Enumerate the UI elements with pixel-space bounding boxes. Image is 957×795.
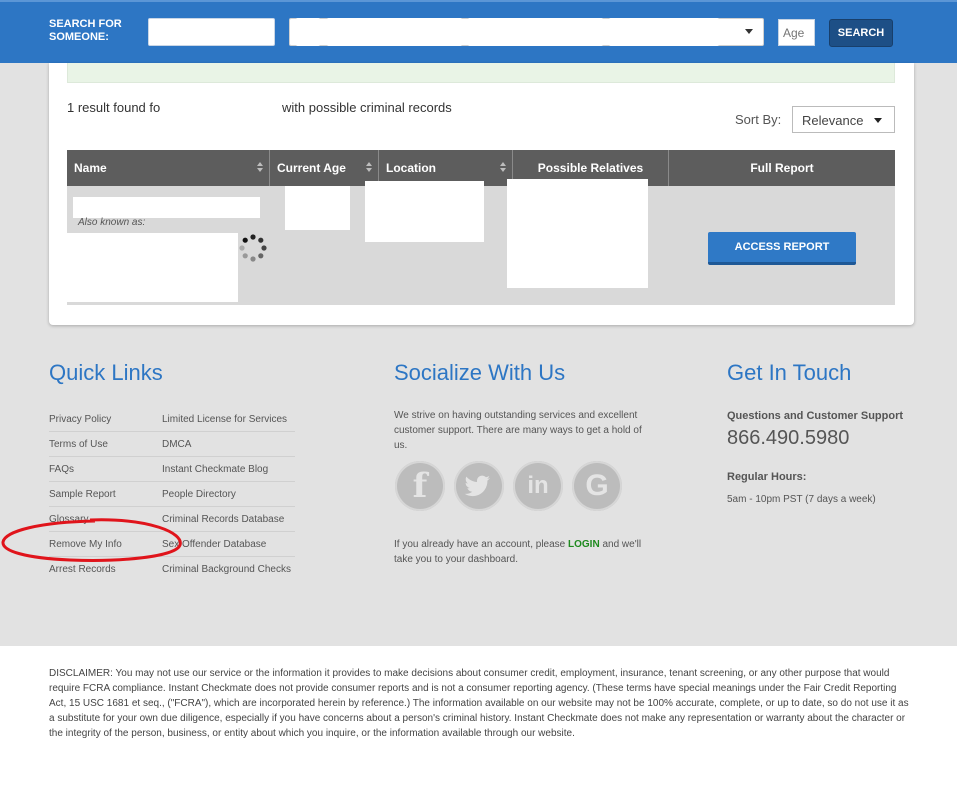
redacted-name: [73, 197, 260, 218]
state-select[interactable]: [609, 18, 719, 46]
support-label: Questions and Customer Support: [727, 410, 904, 422]
sort-arrows-icon: [257, 162, 263, 174]
linkedin-icon[interactable]: in: [513, 461, 563, 511]
disclaimer-section: DISCLAIMER: You may not use our service …: [0, 646, 957, 795]
table-row: Also known as: ACCESS REPORT: [67, 179, 895, 305]
redacted-relatives: [507, 179, 648, 288]
loading-spinner-icon: [239, 234, 267, 262]
city-input[interactable]: [468, 18, 603, 46]
link-criminal-records-database[interactable]: Criminal Records Database: [162, 507, 295, 532]
twitter-icon[interactable]: [454, 461, 504, 511]
socialize-title: Socialize With Us: [394, 360, 566, 385]
link-arrest-records[interactable]: Arrest Records: [49, 557, 162, 582]
redacted-location: [365, 181, 484, 242]
column-current-age[interactable]: Current Age: [270, 150, 379, 186]
aka-label: Also known as:: [78, 217, 146, 228]
search-button[interactable]: SEARCH: [829, 19, 893, 47]
link-faqs[interactable]: FAQs: [49, 457, 162, 482]
login-prompt: If you already have an account, please L…: [394, 539, 642, 565]
social-description: We strive on having outstanding services…: [394, 410, 642, 451]
google-icon[interactable]: G: [572, 461, 622, 511]
sort-label: Sort By:: [735, 112, 782, 127]
twitter-bird-glyph: [464, 475, 490, 497]
last-name-input[interactable]: [327, 18, 462, 46]
hours-value: 5am - 10pm PST (7 days a week): [727, 494, 876, 505]
search-header: SEARCH FOR SOMEONE: SEARCH: [0, 0, 957, 63]
result-count: 1 result found fo: [67, 100, 161, 115]
facebook-icon[interactable]: f: [395, 461, 445, 511]
result-count-suffix: with possible criminal records: [282, 100, 452, 115]
link-sex-offender-database[interactable]: Sex Offender Database: [162, 532, 295, 557]
link-dmca[interactable]: DMCA: [162, 432, 295, 457]
link-criminal-background-checks[interactable]: Criminal Background Checks: [162, 557, 295, 582]
link-people-directory[interactable]: People Directory: [162, 482, 295, 507]
age-input[interactable]: [778, 19, 815, 46]
link-terms-of-use[interactable]: Terms of Use: [49, 432, 162, 457]
search-label: SEARCH FOR SOMEONE:: [49, 18, 122, 43]
sort-value: Relevance: [802, 113, 864, 128]
column-full-report: Full Report: [750, 161, 814, 175]
sort-arrows-icon: [500, 162, 506, 174]
chevron-down-icon: [874, 118, 882, 123]
notice-bar: [67, 63, 895, 83]
sort-select[interactable]: Relevance: [792, 106, 895, 133]
redacted-age: [285, 186, 350, 230]
middle-initial-input[interactable]: [296, 18, 320, 46]
link-remove-my-info[interactable]: Remove My Info: [49, 532, 162, 557]
disclaimer-text: DISCLAIMER: You may not use our service …: [49, 668, 909, 739]
hours-label: Regular Hours:: [727, 471, 807, 483]
link-limited-license[interactable]: Limited License for Services: [162, 407, 295, 432]
link-blog[interactable]: Instant Checkmate Blog: [162, 457, 295, 482]
login-link[interactable]: LOGIN: [568, 539, 600, 550]
results-card: 1 result found fo with possible criminal…: [49, 63, 914, 325]
link-sample-report[interactable]: Sample Report: [49, 482, 162, 507]
access-report-button[interactable]: ACCESS REPORT: [708, 232, 856, 265]
name-location-fields: [289, 18, 764, 46]
quick-links-title: Quick Links: [49, 360, 163, 385]
link-privacy-policy[interactable]: Privacy Policy: [49, 407, 162, 432]
first-name-input[interactable]: [148, 18, 275, 46]
get-in-touch-title: Get In Touch: [727, 360, 852, 385]
redacted-aliases: [67, 233, 238, 302]
sort-arrows-icon: [366, 162, 372, 174]
chevron-down-icon[interactable]: [745, 29, 753, 34]
link-glossary[interactable]: Glossary: [49, 507, 162, 532]
column-name[interactable]: Name: [67, 150, 270, 186]
support-phone: 866.490.5980: [727, 427, 850, 449]
